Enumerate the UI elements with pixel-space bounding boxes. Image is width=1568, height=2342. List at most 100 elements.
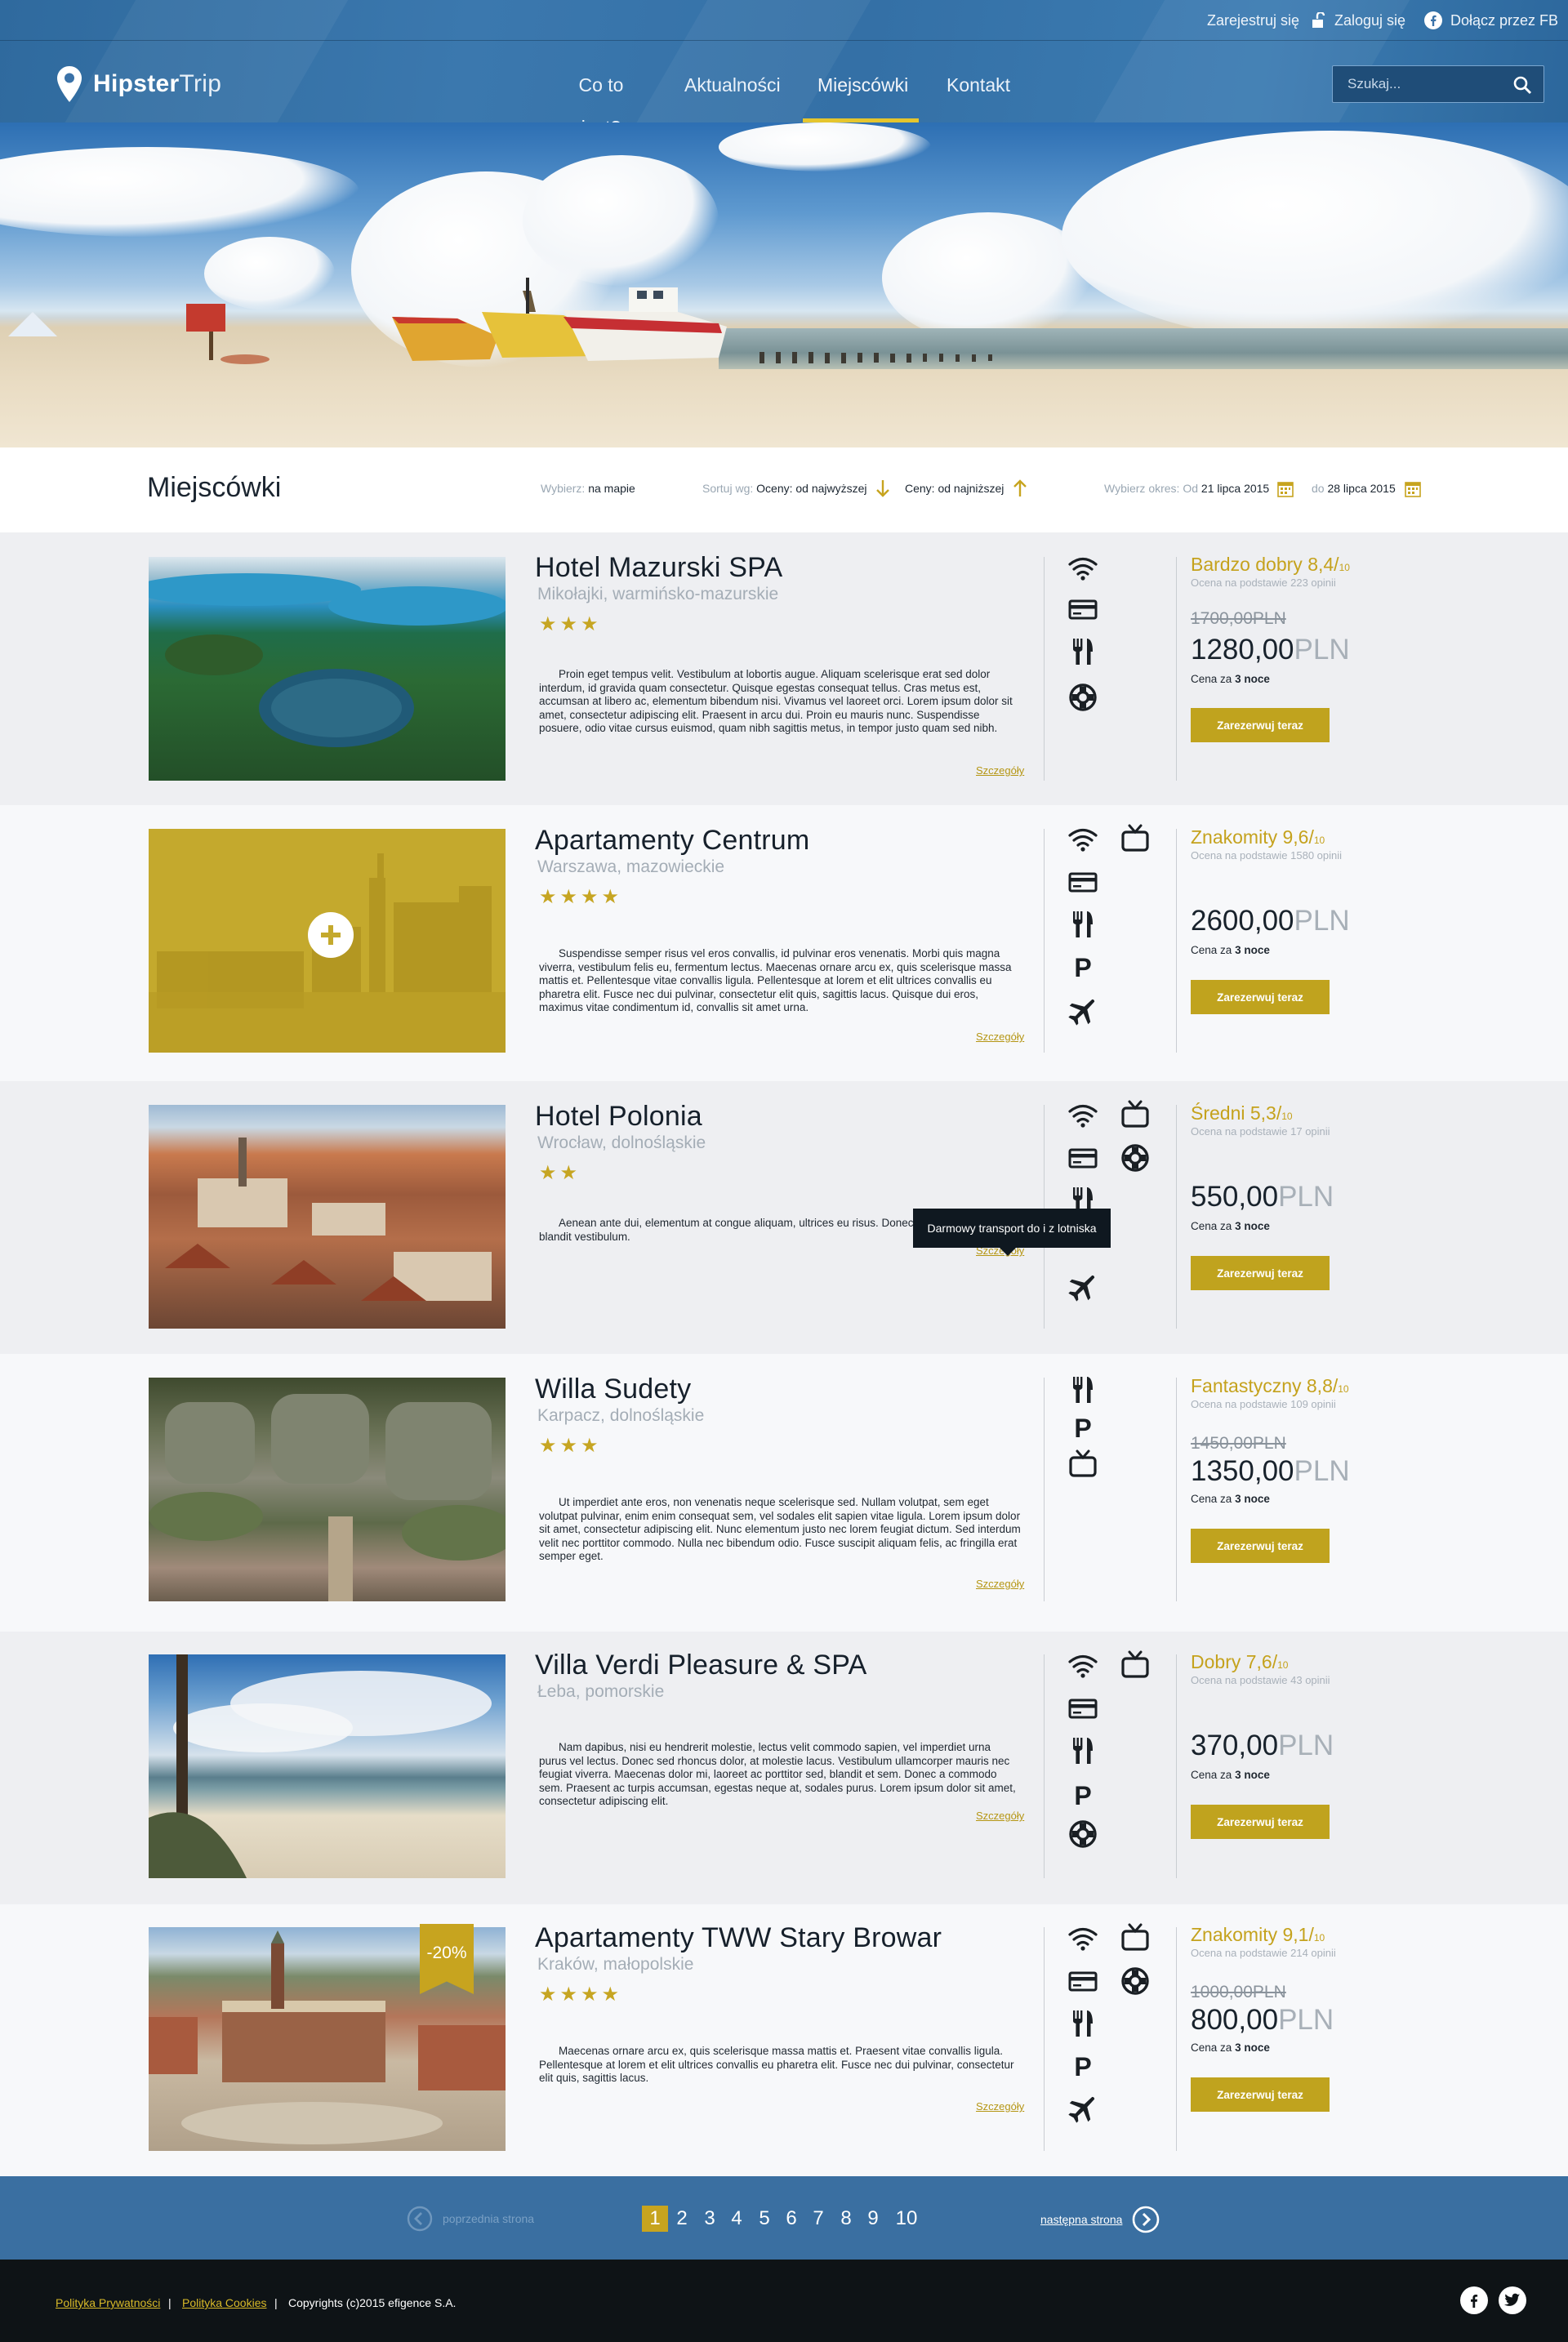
privacy-policy-link[interactable]: Polityka Prywatności (56, 2296, 160, 2309)
prev-page-link[interactable]: poprzednia strona (407, 2206, 534, 2232)
page-number[interactable]: 7 (805, 2206, 831, 2232)
arrow-up-icon[interactable] (1013, 479, 1027, 498)
tv-icon[interactable] (1119, 1650, 1152, 1682)
card-icon[interactable] (1067, 1965, 1099, 1997)
tv-icon[interactable] (1119, 1922, 1152, 1955)
period-to[interactable]: do 28 lipca 2015 (1312, 482, 1396, 495)
restaurant-icon[interactable] (1067, 1734, 1099, 1767)
lifebuoy-icon[interactable] (1119, 1965, 1152, 1997)
nav-item-news[interactable]: Aktualności (684, 64, 781, 122)
wifi-icon[interactable] (1067, 552, 1099, 585)
card-icon[interactable] (1067, 866, 1099, 898)
sort-prices-filter[interactable]: Ceny: od najniższej (905, 482, 1004, 495)
register-link[interactable]: Zarejestruj się (1207, 0, 1299, 41)
plane-icon[interactable] (1067, 1271, 1099, 1303)
page-number[interactable]: 1 (642, 2206, 668, 2232)
page-number[interactable]: 5 (751, 2206, 777, 2232)
details-link[interactable]: Szczegóły (976, 1031, 1024, 1043)
facebook-icon[interactable] (1460, 2286, 1488, 2314)
listing-photo[interactable] (149, 1105, 506, 1329)
login-link[interactable]: Zaloguj się (1312, 0, 1405, 41)
wifi-icon[interactable] (1067, 1099, 1099, 1132)
currency: PLN (1294, 905, 1350, 937)
details-link[interactable]: Szczegóły (976, 1810, 1024, 1822)
wifi-icon[interactable] (1067, 823, 1099, 856)
book-button[interactable]: Zarezerwuj teraz (1191, 1805, 1330, 1839)
price-per-nights: Cena za 3 noce (1191, 673, 1270, 685)
listing-photo[interactable] (149, 557, 506, 781)
details-link[interactable]: Szczegóły (976, 1578, 1024, 1590)
listing-photo[interactable] (149, 1378, 506, 1601)
page-number[interactable]: 6 (778, 2206, 804, 2232)
tv-icon[interactable] (1119, 1099, 1152, 1132)
parking-icon[interactable] (1067, 1779, 1099, 1811)
listing-photo[interactable] (149, 829, 506, 1053)
search-icon[interactable] (1512, 75, 1532, 95)
listing-title[interactable]: Villa Verdi Pleasure & SPA (535, 1650, 867, 1681)
zoom-plus-icon[interactable] (308, 912, 354, 958)
restaurant-icon[interactable] (1067, 635, 1099, 668)
details-link[interactable]: Szczegóły (976, 764, 1024, 777)
listing-title[interactable]: Apartamenty Centrum (535, 825, 809, 857)
wifi-icon[interactable] (1067, 1650, 1099, 1682)
calendar-icon[interactable] (1405, 480, 1421, 497)
lifebuoy-icon[interactable] (1067, 681, 1099, 714)
facebook-join-link[interactable]: Dołącz przez FB (1424, 0, 1558, 41)
divider (1044, 1927, 1045, 2151)
page-number[interactable]: 3 (697, 2206, 723, 2232)
nav-item-places[interactable]: Miejscówki (803, 64, 919, 122)
lifebuoy-icon[interactable] (1119, 1142, 1152, 1174)
map-view-filter[interactable]: Wybierz: na mapie (541, 482, 635, 495)
parking-icon[interactable] (1067, 1411, 1099, 1444)
next-page-link[interactable]: następna strona (1040, 2206, 1160, 2233)
listing-title[interactable]: Hotel Mazurski SPA (535, 552, 782, 584)
listing-title[interactable]: Willa Sudety (535, 1374, 691, 1405)
sort-ratings-filter[interactable]: Sortuj wg: Oceny: od najwyższej (702, 482, 867, 495)
parking-icon[interactable] (1067, 951, 1099, 983)
rating-label: Bardzo dobry 8,4/ (1191, 554, 1339, 575)
twitter-icon[interactable] (1499, 2286, 1526, 2314)
wifi-icon[interactable] (1067, 1922, 1099, 1955)
listing-photo[interactable] (149, 1654, 506, 1878)
from-date[interactable]: 21 lipca 2015 (1201, 482, 1269, 495)
book-button[interactable]: Zarezerwuj teraz (1191, 708, 1330, 742)
book-button[interactable]: Zarezerwuj teraz (1191, 980, 1330, 1014)
arrow-down-icon[interactable] (875, 479, 890, 498)
calendar-icon[interactable] (1277, 480, 1294, 497)
listing-title[interactable]: Hotel Polonia (535, 1101, 702, 1133)
sort-ratings-link[interactable]: Oceny: od najwyższej (756, 482, 866, 495)
card-icon[interactable] (1067, 1692, 1099, 1725)
book-button[interactable]: Zarezerwuj teraz (1191, 2077, 1330, 2112)
nav-item-contact[interactable]: Kontakt (947, 64, 1010, 122)
lifebuoy-icon[interactable] (1067, 1818, 1099, 1850)
parking-icon[interactable] (1067, 2050, 1099, 2082)
restaurant-icon[interactable] (1067, 908, 1099, 941)
map-view-link[interactable]: na mapie (588, 482, 635, 495)
plane-icon[interactable] (1067, 995, 1099, 1027)
card-icon[interactable] (1067, 1142, 1099, 1174)
listing-title[interactable]: Apartamenty TWW Stary Browar (535, 1922, 942, 1954)
restaurant-icon[interactable] (1067, 1374, 1099, 1406)
divider (1176, 557, 1177, 781)
search-input[interactable] (1333, 66, 1504, 102)
page-number[interactable]: 10 (893, 2206, 920, 2232)
page-number[interactable]: 4 (724, 2206, 750, 2232)
plane-icon[interactable] (1067, 2092, 1099, 2125)
to-date[interactable]: 28 lipca 2015 (1327, 482, 1395, 495)
card-icon[interactable] (1067, 593, 1099, 626)
book-button[interactable]: Zarezerwuj teraz (1191, 1529, 1330, 1563)
tv-icon[interactable] (1119, 823, 1152, 856)
tv-icon[interactable] (1067, 1449, 1099, 1481)
details-link[interactable]: Szczegóły (976, 2100, 1024, 2113)
book-button[interactable]: Zarezerwuj teraz (1191, 1256, 1330, 1290)
page-number[interactable]: 8 (833, 2206, 859, 2232)
cookies-policy-link[interactable]: Polityka Cookies (182, 2296, 267, 2309)
nav-item-about[interactable]: Co to jest? (560, 64, 642, 122)
restaurant-icon[interactable] (1067, 2007, 1099, 2040)
listing-stars: ★★★ (539, 613, 602, 635)
page-number[interactable]: 9 (860, 2206, 886, 2232)
brand-logo[interactable]: HipsterTrip (57, 65, 221, 103)
period-from[interactable]: Wybierz okres: Od 21 lipca 2015 (1104, 482, 1269, 495)
sort-prices-link[interactable]: Ceny: od najniższej (905, 482, 1004, 495)
page-number[interactable]: 2 (669, 2206, 695, 2232)
